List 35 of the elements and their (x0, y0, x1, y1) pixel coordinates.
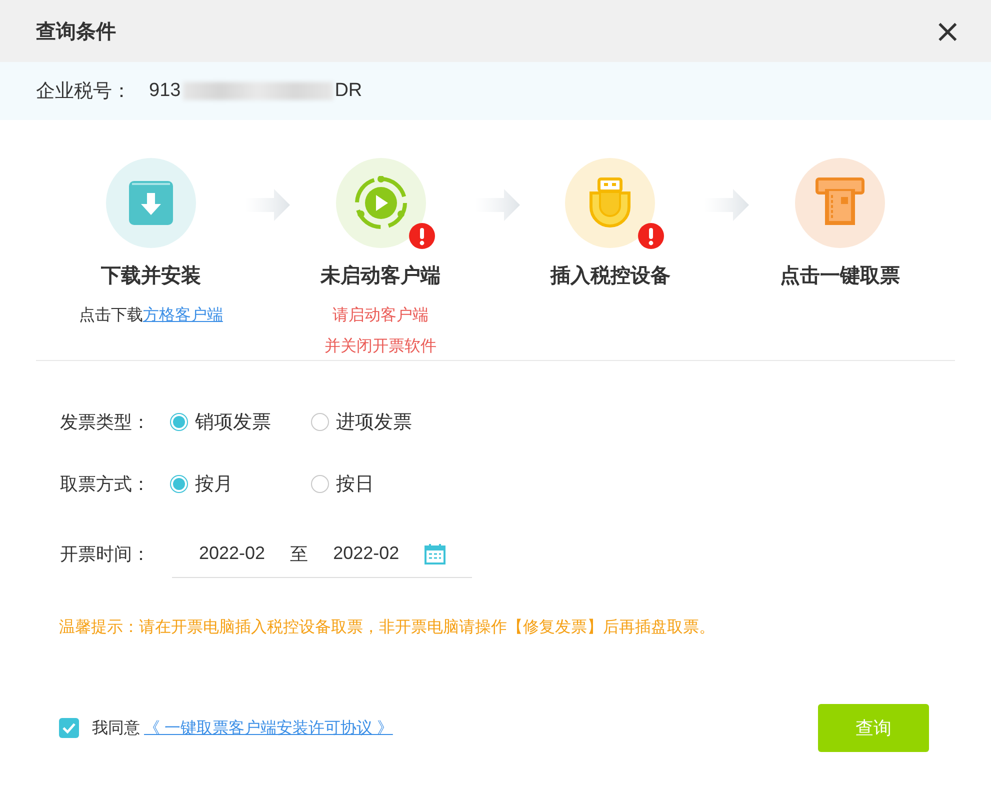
radio-label[interactable]: 销项发票 (195, 409, 271, 435)
date-to-field[interactable]: 2022-02 (333, 543, 400, 564)
radio-button[interactable] (311, 475, 329, 493)
step-title: 点击一键取票 (780, 264, 900, 289)
warning-text: 请启动客户端 (332, 306, 429, 326)
dialog-title: 查询条件 (36, 20, 116, 44)
radio-label[interactable]: 按日 (336, 471, 374, 497)
play-circle-icon (354, 176, 408, 230)
warning-icon (408, 222, 436, 250)
download-hint: 点击下载方格客户端 (78, 306, 223, 326)
agree-checkbox[interactable] (59, 718, 79, 738)
calendar-icon[interactable] (424, 542, 446, 564)
warning-icon (637, 222, 666, 250)
date-from-field[interactable]: 2022-02 (199, 543, 266, 564)
download-box-icon (128, 180, 174, 226)
field-label: 发票类型： (60, 411, 151, 434)
field-label: 开票时间： (60, 543, 151, 566)
radio-button[interactable] (311, 413, 329, 431)
checkmark-icon (62, 722, 76, 734)
agree-text: 我同意 (92, 718, 140, 738)
step-title: 下载并安装 (100, 264, 201, 289)
field-label: 取票方式： (60, 473, 151, 496)
warning-text: 并关闭开票软件 (324, 336, 437, 357)
radio-label[interactable]: 按月 (195, 471, 233, 497)
tax-number-label: 企业税号： (36, 80, 131, 104)
tax-number-value: DR (334, 80, 362, 102)
radio-button[interactable] (170, 413, 188, 431)
range-separator: 至 (290, 542, 308, 566)
step-title: 插入税控设备 (550, 264, 670, 289)
usb-key-icon (588, 177, 632, 229)
radio-label[interactable]: 进项发票 (336, 409, 412, 435)
tip-text: 温馨提示：请在开票电脑插入税控设备取票，非开票电脑请操作【修复发票】后再插盘取票。 (58, 618, 716, 638)
radio-button[interactable] (170, 475, 188, 493)
step-title: 未启动客户端 (320, 264, 441, 289)
tax-number-value: 913 (149, 80, 181, 102)
